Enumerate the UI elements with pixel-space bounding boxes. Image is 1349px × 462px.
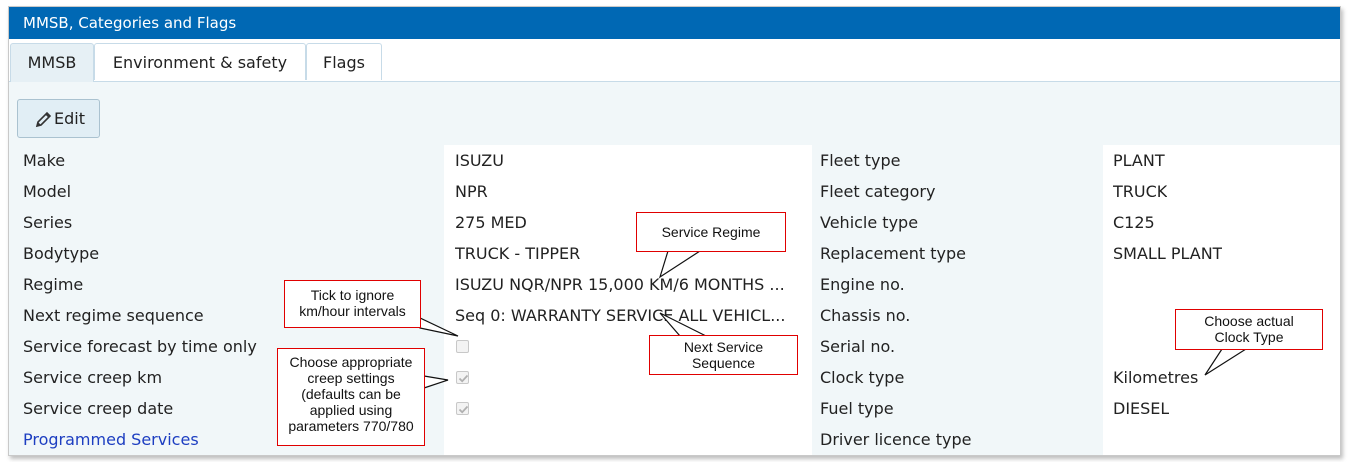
label-engine-no: Engine no. xyxy=(820,275,905,294)
label-service-creep-date: Service creep date xyxy=(23,399,174,418)
callout-service-regime: Service Regime xyxy=(636,212,786,252)
callout-next-sequence: Next Service Sequence xyxy=(649,335,798,375)
programmed-services-link[interactable]: Programmed Services xyxy=(23,424,199,455)
callout-creep-settings: Choose appropriate creep settings (defau… xyxy=(277,348,425,446)
tab-bar: MMSB Environment & safety Flags xyxy=(9,41,1340,82)
label-serial-no: Serial no. xyxy=(820,337,896,356)
callout-tick-ignore: Tick to ignore km/hour intervals xyxy=(284,280,421,328)
label-series: Series xyxy=(23,213,73,232)
callout-clock-type: Choose actual Clock Type xyxy=(1175,309,1323,350)
label-clock-type: Clock type xyxy=(820,368,905,387)
row-model: Model NPR Fleet category TRUCK xyxy=(9,176,1340,207)
label-chassis-no: Chassis no. xyxy=(820,306,911,325)
label-bodytype: Bodytype xyxy=(23,244,100,263)
label-driver-licence-type: Driver licence type xyxy=(820,430,972,449)
value-series: 275 MED xyxy=(455,213,527,232)
value-fleet-type: PLANT xyxy=(1113,151,1165,170)
label-regime: Regime xyxy=(23,275,84,294)
pencil-icon xyxy=(35,111,52,128)
value-make: ISUZU xyxy=(455,151,504,170)
label-make: Make xyxy=(23,151,66,170)
label-replacement-type: Replacement type xyxy=(820,244,966,263)
row-regime: Regime ISUZU NQR/NPR 15,000 KM/6 MONTHS … xyxy=(9,269,1340,300)
edit-button-label: Edit xyxy=(54,109,85,128)
tab-mmsb[interactable]: MMSB xyxy=(10,43,94,82)
tab-flags[interactable]: Flags xyxy=(306,43,382,80)
value-clock-type: Kilometres xyxy=(1113,368,1199,387)
window-title: MMSB, Categories and Flags xyxy=(9,7,1340,39)
label-service-forecast: Service forecast by time only xyxy=(23,337,257,356)
mmsb-panel: Edit Make ISUZU Fleet type PLANT Model N… xyxy=(9,82,1340,455)
label-next-regime-sequence: Next regime sequence xyxy=(23,306,204,325)
service-forecast-checkbox[interactable] xyxy=(456,340,469,353)
service-creep-km-checkbox[interactable] xyxy=(456,371,469,384)
value-next-regime-sequence: Seq 0: WARRANTY SERVICE ALL VEHICL... xyxy=(455,306,786,325)
checkmark-icon xyxy=(458,374,469,383)
details-grid: Make ISUZU Fleet type PLANT Model NPR Fl… xyxy=(9,145,1340,455)
label-vehicle-type: Vehicle type xyxy=(820,213,919,232)
row-programmed-services: Programmed Services Driver licence type xyxy=(9,424,1340,455)
label-model: Model xyxy=(23,182,72,201)
tab-environment-safety[interactable]: Environment & safety xyxy=(94,43,306,80)
value-replacement-type: SMALL PLANT xyxy=(1113,244,1223,263)
value-vehicle-type: C125 xyxy=(1113,213,1155,232)
row-make: Make ISUZU Fleet type PLANT xyxy=(9,145,1340,176)
service-creep-date-checkbox[interactable] xyxy=(456,402,469,415)
checkmark-icon xyxy=(458,405,469,414)
value-model: NPR xyxy=(455,182,488,201)
value-fuel-type: DIESEL xyxy=(1113,399,1170,418)
edit-button[interactable]: Edit xyxy=(17,99,100,138)
label-fuel-type: Fuel type xyxy=(820,399,894,418)
value-fleet-category: TRUCK xyxy=(1113,182,1168,201)
value-regime: ISUZU NQR/NPR 15,000 KM/6 MONTHS ... xyxy=(455,275,785,294)
value-bodytype: TRUCK - TIPPER xyxy=(455,244,581,263)
row-service-creep-date: Service creep date Fuel type DIESEL xyxy=(9,393,1340,424)
row-next-regime-sequence: Next regime sequence Seq 0: WARRANTY SER… xyxy=(9,300,1340,331)
label-fleet-type: Fleet type xyxy=(820,151,901,170)
label-fleet-category: Fleet category xyxy=(820,182,936,201)
label-service-creep-km: Service creep km xyxy=(23,368,163,387)
